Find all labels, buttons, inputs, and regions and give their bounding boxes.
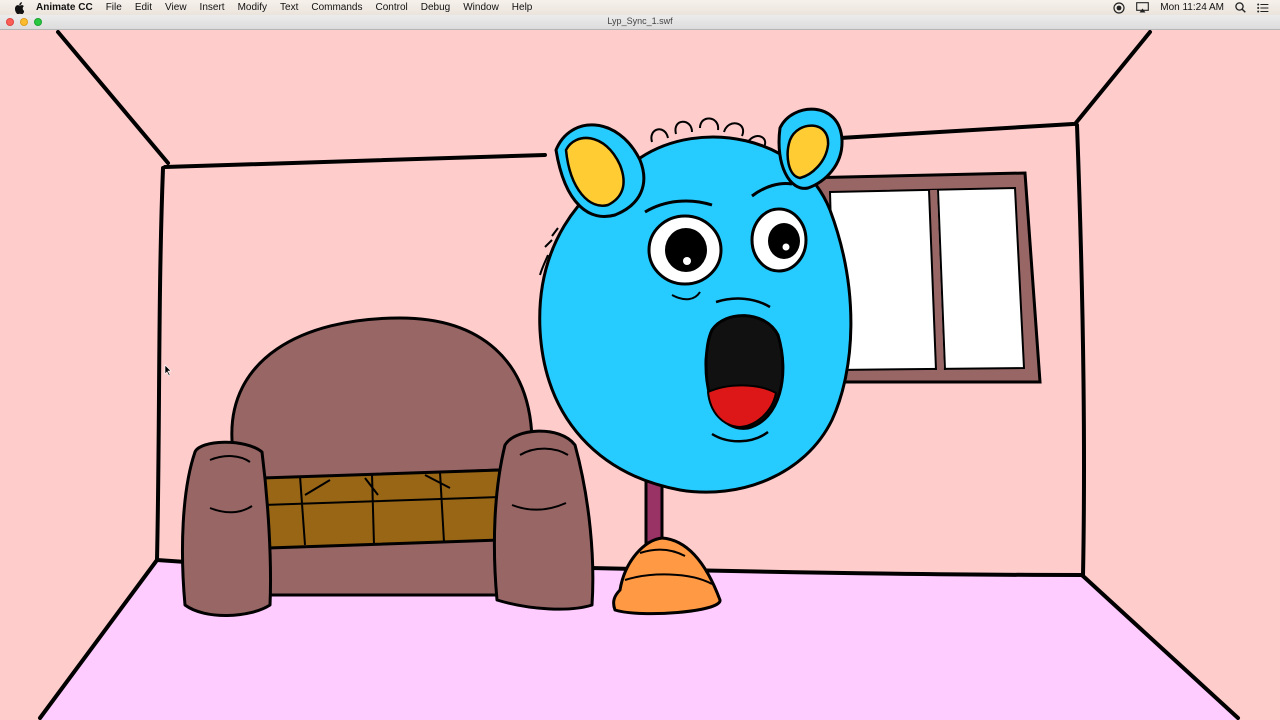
blue-character bbox=[538, 107, 853, 494]
clock[interactable]: Mon 11:24 AM bbox=[1160, 2, 1224, 13]
window-title: Lyp_Sync_1.swf bbox=[607, 16, 673, 26]
menu-control[interactable]: Control bbox=[376, 2, 408, 13]
menu-debug[interactable]: Debug bbox=[421, 2, 450, 13]
menu-commands[interactable]: Commands bbox=[311, 2, 362, 13]
notification-list-icon[interactable] bbox=[1257, 3, 1269, 13]
menu-file[interactable]: File bbox=[106, 2, 122, 13]
apple-icon[interactable] bbox=[12, 1, 26, 14]
macos-menu-bar: Animate CC File Edit View Insert Modify … bbox=[0, 0, 1280, 15]
menu-modify[interactable]: Modify bbox=[238, 2, 267, 13]
airplay-display-icon[interactable] bbox=[1136, 2, 1150, 13]
window-title-bar: Lyp_Sync_1.swf bbox=[0, 15, 1280, 30]
menu-view[interactable]: View bbox=[165, 2, 187, 13]
screen-record-icon[interactable] bbox=[1113, 1, 1125, 14]
spotlight-search-icon[interactable] bbox=[1235, 2, 1246, 13]
menu-help[interactable]: Help bbox=[512, 2, 533, 13]
menu-insert[interactable]: Insert bbox=[200, 2, 225, 13]
menu-window[interactable]: Window bbox=[463, 2, 499, 13]
menu-edit[interactable]: Edit bbox=[135, 2, 152, 13]
menu-text[interactable]: Text bbox=[280, 2, 298, 13]
swf-stage bbox=[0, 30, 1280, 720]
menu-extras: Mon 11:24 AM bbox=[1113, 0, 1280, 15]
cartoon-room-scene bbox=[0, 30, 1280, 720]
menu-app-name[interactable]: Animate CC bbox=[36, 2, 93, 13]
